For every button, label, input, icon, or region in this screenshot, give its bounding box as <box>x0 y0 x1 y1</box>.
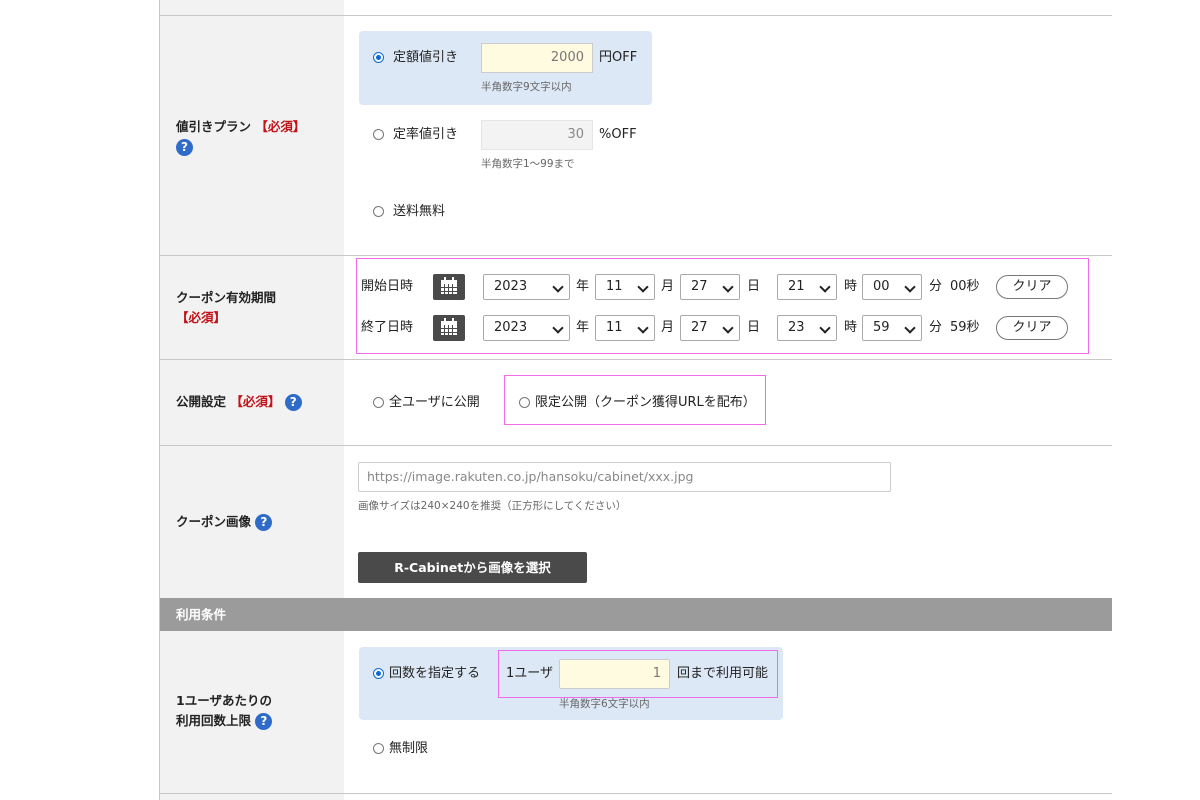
unlimited-label: 無制限 <box>389 741 429 756</box>
previous-row-label-cell <box>160 0 344 15</box>
image-size-note: 画像サイズは240×240を推奨（正方形にしてください） <box>358 500 627 512</box>
radio-unselected-icon[interactable] <box>373 743 384 754</box>
coupon-image-label-wrap: クーポン画像 ? <box>176 512 273 532</box>
radio-selected-icon[interactable] <box>373 668 384 679</box>
next-row <box>160 794 1112 800</box>
validity-label-cell: クーポン有効期間 【必須】 <box>160 256 344 359</box>
radio-unselected-icon[interactable] <box>373 129 384 140</box>
previous-row <box>160 0 1112 16</box>
visibility-label-wrap: 公開設定 【必須】 ? <box>176 392 302 412</box>
fixed-discount-label: 定額値引き <box>393 50 459 65</box>
visibility-label-cell: 公開設定 【必須】 ? <box>160 360 344 445</box>
help-icon[interactable]: ? <box>255 514 273 531</box>
limited-public-annotation-box <box>504 375 766 425</box>
validity-label: クーポン有効期間 <box>176 290 277 305</box>
percent-discount-input[interactable]: 30 <box>481 120 593 150</box>
usage-limit-label-wrap: 1ユーザあたりの 利用回数上限 ? <box>176 691 273 731</box>
help-icon[interactable]: ? <box>255 713 273 730</box>
discount-plan-value-cell: 定額値引き 2000 円OFF 半角数字9文字以内 定率値引き 30 %OFF … <box>344 16 1112 255</box>
coupon-image-label: クーポン画像 <box>176 514 252 529</box>
next-row-value-cell <box>344 794 1112 800</box>
help-icon[interactable]: ? <box>284 394 302 411</box>
discount-plan-row: 値引きプラン 【必須】 ? 定額値引き 2000 円OFF 半角数字9文字以内 … <box>160 16 1112 256</box>
validity-label-wrap: クーポン有効期間 【必須】 <box>176 288 276 328</box>
usage-conditions-title: 利用条件 <box>176 607 227 622</box>
radio-selected-icon[interactable] <box>373 52 384 63</box>
usage-limit-annotation-box <box>498 650 778 698</box>
discount-plan-label-wrap: 値引きプラン 【必須】 ? <box>176 117 305 157</box>
required-badge: 【必須】 <box>230 394 281 409</box>
specify-count-label: 回数を指定する <box>389 666 481 681</box>
fixed-discount-unit: 円OFF <box>599 50 638 65</box>
percent-discount-note: 半角数字1～99まで <box>481 158 575 170</box>
usage-conditions-header: 利用条件 <box>160 598 1112 631</box>
coupon-image-label-cell: クーポン画像 ? <box>160 446 344 598</box>
r-cabinet-select-button[interactable]: R-Cabinetから画像を選択 <box>358 552 587 583</box>
usage-limit-label-line1: 1ユーザあたりの <box>176 693 272 708</box>
next-row-label-cell <box>160 794 344 800</box>
usage-limit-label-cell: 1ユーザあたりの 利用回数上限 ? <box>160 631 344 793</box>
required-badge: 【必須】 <box>255 119 306 134</box>
required-badge: 【必須】 <box>176 310 227 325</box>
coupon-image-value-cell: https://image.rakuten.co.jp/hansoku/cabi… <box>344 446 1112 598</box>
visibility-label: 公開設定 <box>176 394 227 409</box>
usage-limit-label-line2: 利用回数上限 <box>176 713 252 728</box>
percent-discount-label: 定率値引き <box>393 127 459 142</box>
previous-row-value-cell <box>344 0 1112 15</box>
public-all-label: 全ユーザに公開 <box>389 395 480 410</box>
radio-unselected-icon[interactable] <box>373 397 384 408</box>
help-icon[interactable]: ? <box>176 139 193 156</box>
percent-discount-unit: %OFF <box>599 127 637 142</box>
usage-count-note: 半角数字6文字以内 <box>559 698 650 710</box>
fixed-discount-input[interactable]: 2000 <box>481 43 593 73</box>
coupon-image-row: クーポン画像 ? https://image.rakuten.co.jp/han… <box>160 446 1112 598</box>
validity-annotation-box <box>356 258 1089 354</box>
free-shipping-label: 送料無料 <box>393 204 446 219</box>
image-url-input[interactable]: https://image.rakuten.co.jp/hansoku/cabi… <box>358 462 891 492</box>
discount-plan-label: 値引きプラン <box>176 119 252 134</box>
discount-plan-label-cell: 値引きプラン 【必須】 ? <box>160 16 344 255</box>
fixed-discount-note: 半角数字9文字以内 <box>481 81 572 93</box>
radio-unselected-icon[interactable] <box>373 206 384 217</box>
